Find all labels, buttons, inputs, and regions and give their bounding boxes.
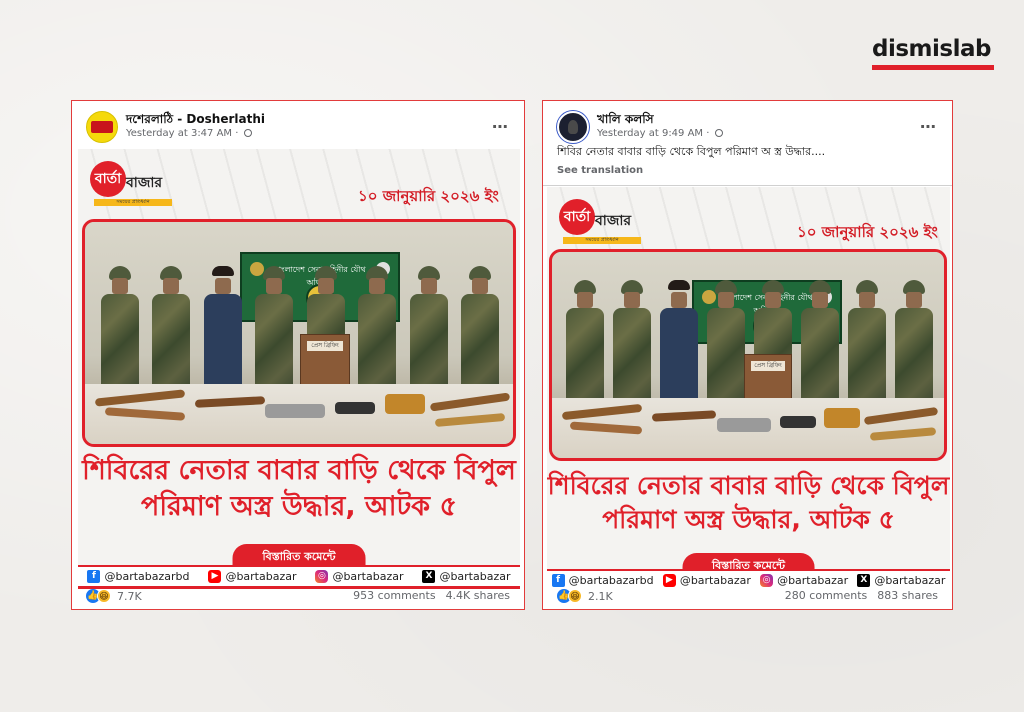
comments-count[interactable]: 280 comments: [785, 589, 867, 602]
youtube-handle: ▶ @bartabazar: [662, 574, 751, 587]
soldiers-group: [85, 266, 513, 386]
globe-icon: [243, 129, 252, 137]
headline: শিবিরের নেতার বাবার বাড়ি থেকে বিপুল পরি…: [547, 471, 950, 534]
headline: শিবিরের নেতার বাবার বাড়ি থেকে বিপুল পরি…: [82, 455, 516, 523]
shares-count[interactable]: 4.4K shares: [446, 589, 510, 602]
youtube-handle: ▶ @bartabazar: [208, 570, 297, 583]
seized-weapons-table: [85, 384, 513, 444]
facebook-icon: f: [87, 570, 101, 583]
press-photo: বাংলাদেশ সেনাবাহিনীর যৌথ অভিযান প্রেস ব্…: [82, 219, 516, 447]
more-options-icon[interactable]: ⋯: [492, 117, 508, 136]
instagram-icon: ◎: [760, 574, 774, 587]
post-header: খালি কলসি Yesterday at 9:49 AM · ⋯: [553, 107, 942, 147]
instagram-handle: ◎ @bartabazar: [315, 570, 404, 583]
post-header: দশেরলাঠি - Dosherlathi Yesterday at 3:47…: [82, 107, 514, 147]
page-avatar[interactable]: [86, 111, 118, 143]
facebook-post-khali-kolshi: খালি কলসি Yesterday at 9:49 AM · ⋯ শিবির…: [542, 100, 953, 610]
page-avatar[interactable]: [557, 111, 589, 143]
post-timestamp[interactable]: Yesterday at 3:47 AM ·: [126, 128, 252, 139]
globe-icon: [714, 129, 723, 137]
social-handles: f @bartabazarbd ▶ @bartabazar ◎ @bartabazar…: [78, 565, 520, 589]
haha-icon: 😆: [568, 589, 582, 603]
comments-count[interactable]: 953 comments: [353, 589, 435, 602]
post-image[interactable]: বার্তা বাজার সময়ের প্রতিধ্বনি ১০ জানুয়…: [547, 187, 950, 589]
social-handles: f @bartabazarbd ▶ @bartabazar ◎ @bartabazar…: [547, 569, 950, 589]
press-photo: বাংলাদেশ সেনাবাহিনীর যৌথ অভিযান প্রেস ব্…: [549, 249, 947, 461]
x-icon: X: [422, 570, 436, 583]
x-icon: X: [857, 574, 871, 587]
logo-underline: [872, 65, 994, 70]
reactions[interactable]: 👍 😆 7.7K: [86, 589, 142, 603]
engagement-stats: 280 comments 883 shares: [785, 589, 938, 602]
instagram-handle: ◎ @bartabazar: [760, 574, 848, 587]
youtube-icon: ▶: [662, 574, 676, 587]
post-timestamp[interactable]: Yesterday at 9:49 AM ·: [597, 128, 723, 139]
post-image[interactable]: বার্তা বাজার সময়ের প্রতিধ্বনি ১০ জানুয়…: [78, 149, 520, 589]
see-translation-link[interactable]: See translation: [557, 165, 643, 176]
post-caption: শিবির নেতার বাবার বাড়ি থেকে বিপুল পরিমা…: [557, 145, 826, 158]
x-handle: X @bartabazar: [422, 570, 511, 583]
x-handle: X @bartabazar: [857, 574, 945, 587]
more-options-icon[interactable]: ⋯: [920, 117, 936, 136]
post-footer: 👍 😆 7.7K 953 comments 4.4K shares: [86, 587, 510, 605]
facebook-handle: f @bartabazarbd: [551, 574, 654, 587]
facebook-handle: f @bartabazarbd: [87, 570, 190, 583]
shares-count[interactable]: 883 shares: [877, 589, 938, 602]
dismislab-logo: dismislab: [872, 36, 991, 62]
facebook-post-dosherlathi: দশেরলাঠি - Dosherlathi Yesterday at 3:47…: [71, 100, 525, 610]
date-label: ১০ জানুয়ারি ২০২৬ ইং: [358, 187, 499, 205]
instagram-icon: ◎: [315, 570, 329, 583]
engagement-stats: 953 comments 4.4K shares: [353, 589, 510, 602]
seized-weapons-table: [552, 398, 944, 458]
reactions[interactable]: 👍 😆 2.1K: [557, 589, 613, 603]
haha-icon: 😆: [97, 589, 111, 603]
post-footer: 👍 😆 2.1K 280 comments 883 shares: [557, 587, 938, 605]
date-label: ১০ জানুয়ারি ২০২৬ ইং: [797, 223, 938, 241]
facebook-icon: f: [551, 574, 565, 587]
divider: [543, 185, 952, 186]
youtube-icon: ▶: [208, 570, 222, 583]
